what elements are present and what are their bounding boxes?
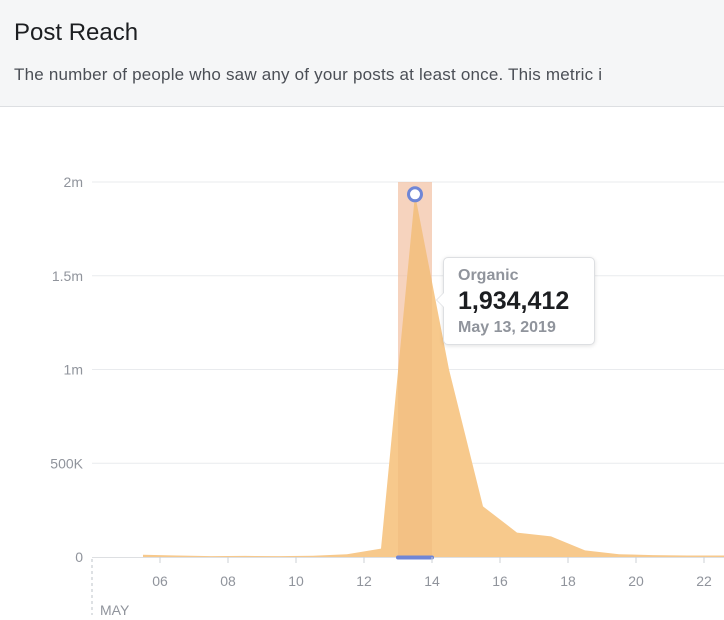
chart-header: Post Reach The number of people who saw …: [0, 0, 724, 107]
x-tick-label: 18: [560, 573, 576, 589]
y-tick-label: 500K: [50, 455, 83, 471]
series-area-organic: [143, 194, 724, 557]
x-tick-label: 16: [492, 573, 508, 589]
post-reach-chart: 0 500K 1m 1.5m 2m 06 08 10 12 14 16 18 20 22 MAY: [50, 174, 724, 618]
hovered-point-marker: [407, 186, 423, 203]
x-tick-label: 12: [356, 573, 372, 589]
y-tick-label: 1.5m: [52, 268, 83, 284]
highlight-band-overlay: [398, 182, 432, 557]
page-title: Post Reach: [14, 19, 139, 46]
tooltip-series-name: Organic: [458, 267, 519, 284]
y-tick-label: 1m: [64, 362, 83, 378]
month-label: MAY: [100, 602, 130, 618]
tooltip-date: May 13, 2019: [458, 319, 556, 336]
tooltip-value: 1,934,412: [458, 287, 570, 315]
x-tick-label: 22: [696, 573, 712, 589]
x-tick-label: 14: [424, 573, 440, 589]
y-tick-label: 0: [75, 549, 83, 565]
x-tick-label: 06: [152, 573, 168, 589]
y-tick-label: 2m: [64, 174, 83, 190]
chart-area: 0 500K 1m 1.5m 2m 06 08 10 12 14 16 18 20 22 MAY Organ…: [0, 107, 724, 620]
metric-description: The number of people who saw any of your…: [14, 65, 603, 84]
x-tick-label: 08: [220, 573, 236, 589]
marker-layer: [407, 186, 423, 203]
x-tick-label: 10: [288, 573, 304, 589]
x-tick-label: 20: [628, 573, 644, 589]
data-point-tooltip: Organic 1,934,412 May 13, 2019: [436, 257, 595, 345]
